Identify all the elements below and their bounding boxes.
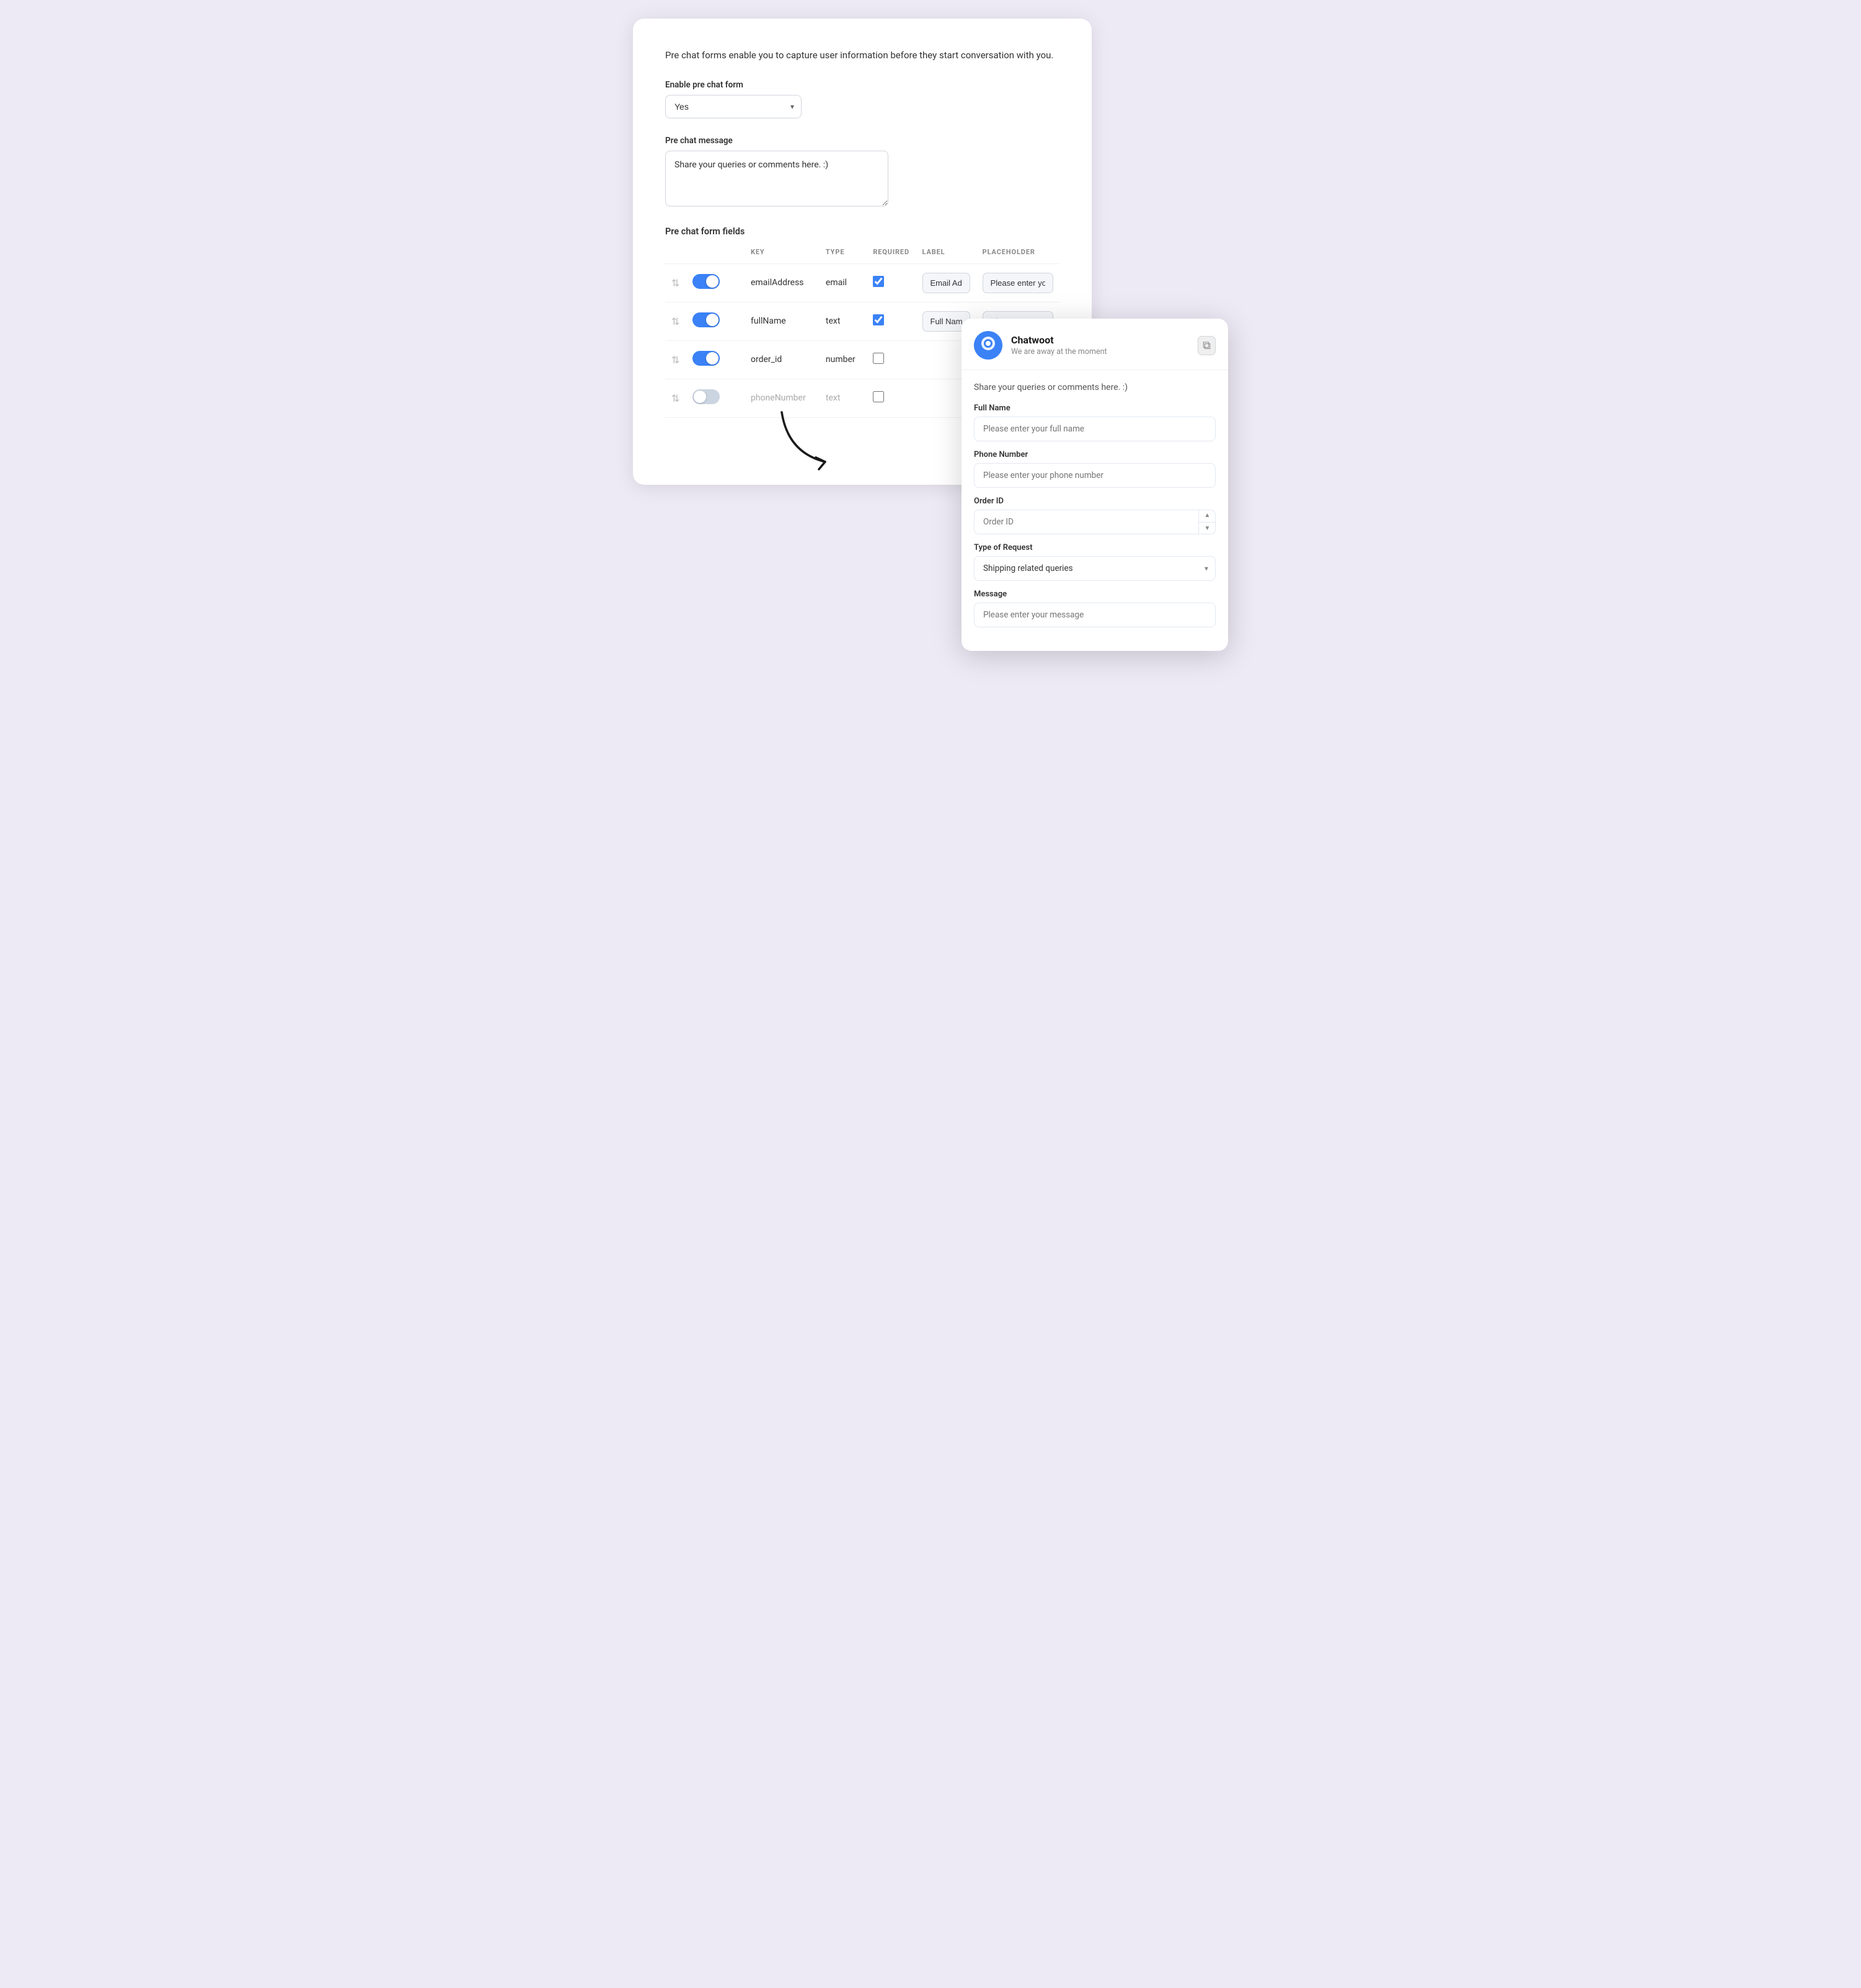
chat-field-group-fullname: Full Name xyxy=(974,404,1216,441)
required-cell-1 xyxy=(867,263,916,302)
toggle-cell-4 xyxy=(686,379,745,417)
intro-text: Pre chat forms enable you to capture use… xyxy=(665,48,1059,63)
key-label-4: phoneNumber xyxy=(751,393,806,403)
type-cell-1: email xyxy=(820,263,867,302)
enable-select-wrapper: Yes No ▾ xyxy=(665,95,802,118)
chat-message-input[interactable] xyxy=(974,603,1216,627)
chat-external-button[interactable]: ⧉ xyxy=(1198,336,1216,355)
required-cell-2 xyxy=(867,302,916,340)
table-row: ⇅ emailAddress xyxy=(665,263,1059,302)
type-label-3: number xyxy=(826,355,855,364)
col-header-key xyxy=(686,248,745,264)
drag-handle-cell-2: ⇅ xyxy=(665,302,686,340)
toggle-fullname[interactable] xyxy=(692,312,720,327)
toggle-track-2 xyxy=(692,312,720,327)
label-input-1[interactable] xyxy=(922,273,970,293)
chat-orderid-input[interactable] xyxy=(974,510,1216,534)
spinner-down-button[interactable]: ▼ xyxy=(1199,523,1216,535)
type-cell-3: number xyxy=(820,340,867,379)
drag-handle-cell-3: ⇅ xyxy=(665,340,686,379)
chat-header: Chatwoot We are away at the moment ⧉ xyxy=(961,319,1228,370)
drag-handle-icon[interactable]: ⇅ xyxy=(671,277,679,289)
toggle-phonenumber[interactable] xyxy=(692,389,720,404)
chat-body: Share your queries or comments here. :) … xyxy=(961,370,1228,651)
col-header-key2: KEY xyxy=(745,248,820,264)
chat-status: We are away at the moment xyxy=(1011,347,1198,356)
chat-welcome-message: Share your queries or comments here. :) xyxy=(974,382,1216,392)
drag-handle-cell-4: ⇅ xyxy=(665,379,686,417)
key-cell-2: fullName xyxy=(745,302,820,340)
toggle-track xyxy=(692,274,720,289)
chat-brand-name: Chatwoot xyxy=(1011,334,1198,346)
type-label-1: email xyxy=(826,278,847,288)
enable-section: Enable pre chat form Yes No ▾ xyxy=(665,80,1059,118)
chatwoot-logo-icon xyxy=(980,335,996,355)
message-label: Pre chat message xyxy=(665,136,1059,146)
chat-field-group-request-type: Type of Request Shipping related queries… xyxy=(974,543,1216,581)
chat-field-label-fullname: Full Name xyxy=(974,404,1216,413)
chat-phone-input[interactable] xyxy=(974,463,1216,488)
toggle-orderid[interactable] xyxy=(692,351,720,366)
spinner-up-button[interactable]: ▲ xyxy=(1199,510,1216,523)
col-header-required: REQUIRED xyxy=(867,248,916,264)
type-cell-2: text xyxy=(820,302,867,340)
toggle-thumb-3 xyxy=(706,352,718,364)
required-cell-3 xyxy=(867,340,916,379)
col-header-placeholder: PLACEHOLDER xyxy=(976,248,1059,264)
toggle-thumb-2 xyxy=(706,314,718,326)
toggle-track-3 xyxy=(692,351,720,366)
arrow-decoration xyxy=(769,403,844,477)
key-cell-1: emailAddress xyxy=(745,263,820,302)
chat-avatar xyxy=(974,331,1002,360)
key-cell-3: order_id xyxy=(745,340,820,379)
required-checkbox-3[interactable] xyxy=(873,353,884,364)
key-label-3: order_id xyxy=(751,355,782,364)
required-cell-4 xyxy=(867,379,916,417)
chat-field-group-message: Message xyxy=(974,590,1216,627)
chat-orderid-wrapper: ▲ ▼ xyxy=(974,510,1216,534)
chat-fullname-input[interactable] xyxy=(974,417,1216,441)
type-label-4: text xyxy=(826,393,841,403)
placeholder-input-1[interactable] xyxy=(983,273,1053,293)
fields-section-label: Pre chat form fields xyxy=(665,226,1059,237)
drag-handle-icon-3[interactable]: ⇅ xyxy=(671,354,679,366)
page-wrapper: Pre chat forms enable you to capture use… xyxy=(633,19,1228,577)
chat-header-info: Chatwoot We are away at the moment xyxy=(1011,334,1198,356)
chat-widget: Chatwoot We are away at the moment ⧉ Sha… xyxy=(961,319,1228,651)
toggle-track-4 xyxy=(692,389,720,404)
toggle-emailaddress[interactable] xyxy=(692,274,720,289)
chat-field-label-message: Message xyxy=(974,590,1216,599)
drag-handle-icon-4[interactable]: ⇅ xyxy=(671,392,679,404)
drag-handle-cell: ⇅ xyxy=(665,263,686,302)
col-header-drag xyxy=(665,248,686,264)
chat-request-type-select[interactable]: Shipping related queries General enquiry… xyxy=(974,556,1216,581)
col-header-label: LABEL xyxy=(916,248,976,264)
toggle-cell-1 xyxy=(686,263,745,302)
chat-select-wrapper: Shipping related queries General enquiry… xyxy=(974,556,1216,581)
required-checkbox-1[interactable] xyxy=(873,276,884,287)
chat-field-label-request-type: Type of Request xyxy=(974,543,1216,552)
placeholder-cell-1 xyxy=(976,263,1059,302)
message-textarea[interactable]: Share your queries or comments here. :) xyxy=(665,151,888,206)
drag-handle-icon-2[interactable]: ⇅ xyxy=(671,316,679,327)
chat-field-label-orderid: Order ID xyxy=(974,497,1216,506)
toggle-cell-2 xyxy=(686,302,745,340)
key-label-1: emailAddress xyxy=(751,278,804,288)
enable-label: Enable pre chat form xyxy=(665,80,1059,90)
label-cell-1 xyxy=(916,263,976,302)
number-spinner: ▲ ▼ xyxy=(1198,510,1216,534)
chat-field-label-phone: Phone Number xyxy=(974,450,1216,459)
chat-field-group-orderid: Order ID ▲ ▼ xyxy=(974,497,1216,534)
type-label-2: text xyxy=(826,316,841,326)
toggle-cell-3 xyxy=(686,340,745,379)
key-label-2: fullName xyxy=(751,316,786,326)
message-section: Pre chat message Share your queries or c… xyxy=(665,136,1059,209)
toggle-thumb xyxy=(706,275,718,288)
required-checkbox-4[interactable] xyxy=(873,391,884,402)
chat-field-group-phone: Phone Number xyxy=(974,450,1216,488)
required-checkbox-2[interactable] xyxy=(873,314,884,325)
enable-select[interactable]: Yes No xyxy=(665,95,802,118)
col-header-type: TYPE xyxy=(820,248,867,264)
toggle-thumb-4 xyxy=(694,391,706,403)
